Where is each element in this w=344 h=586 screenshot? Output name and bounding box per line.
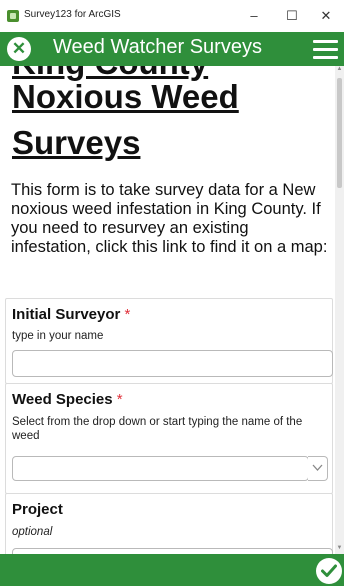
form-heading-line-3: Surveys — [12, 124, 141, 161]
survey123-app-icon — [7, 10, 19, 22]
form-heading-line-2: Noxious Weed — [12, 78, 239, 115]
vertical-scrollbar[interactable]: ▲ ▼ — [335, 66, 344, 554]
question-hint: type in your name — [12, 330, 104, 342]
question-hint: Select from the drop down or start typin… — [12, 416, 303, 442]
required-marker: * — [124, 306, 131, 323]
required-marker: * — [116, 391, 123, 408]
question-label: Project — [12, 501, 63, 518]
bottom-toolbar — [0, 554, 344, 586]
question-label: Initial Surveyor * — [12, 306, 130, 323]
chevron-down-icon — [312, 464, 323, 471]
window-title: Survey123 for ArcGIS — [24, 9, 121, 20]
question-label: Weed Species * — [12, 391, 123, 408]
question-label-text: Initial Surveyor — [12, 306, 121, 323]
question-label-text: Project — [12, 501, 63, 518]
scroll-up-icon[interactable]: ▲ — [336, 66, 343, 73]
form-content[interactable]: King County Noxious Weed Surveys This fo… — [0, 66, 335, 554]
question-label-text: Weed Species — [12, 391, 113, 408]
window-titlebar: Survey123 for ArcGIS – ☐ ✕ — [0, 0, 344, 32]
check-icon — [321, 564, 337, 577]
app-header: ✕ Weed Watcher Surveys — [0, 32, 344, 66]
submit-button[interactable] — [316, 558, 342, 584]
weed-species-select[interactable] — [12, 456, 309, 481]
scroll-thumb[interactable] — [337, 78, 342, 188]
question-project: Project optional — [5, 493, 333, 554]
initial-surveyor-input[interactable] — [12, 350, 333, 377]
scroll-down-icon[interactable]: ▼ — [336, 545, 343, 552]
question-weed-species: Weed Species * Select from the drop down… — [5, 383, 333, 494]
minimize-button[interactable]: – — [236, 0, 272, 32]
close-icon[interactable]: ✕ — [7, 37, 31, 61]
menu-icon[interactable] — [313, 40, 338, 60]
weed-species-dropdown-button[interactable] — [308, 456, 328, 481]
window-close-button[interactable]: ✕ — [308, 0, 344, 32]
survey-title: Weed Watcher Surveys — [53, 36, 262, 58]
question-initial-surveyor: Initial Surveyor * type in your name — [5, 298, 333, 384]
form-intro-text: This form is to take survey data for a N… — [11, 181, 328, 256]
question-hint: optional — [12, 526, 53, 538]
maximize-button[interactable]: ☐ — [274, 0, 310, 32]
